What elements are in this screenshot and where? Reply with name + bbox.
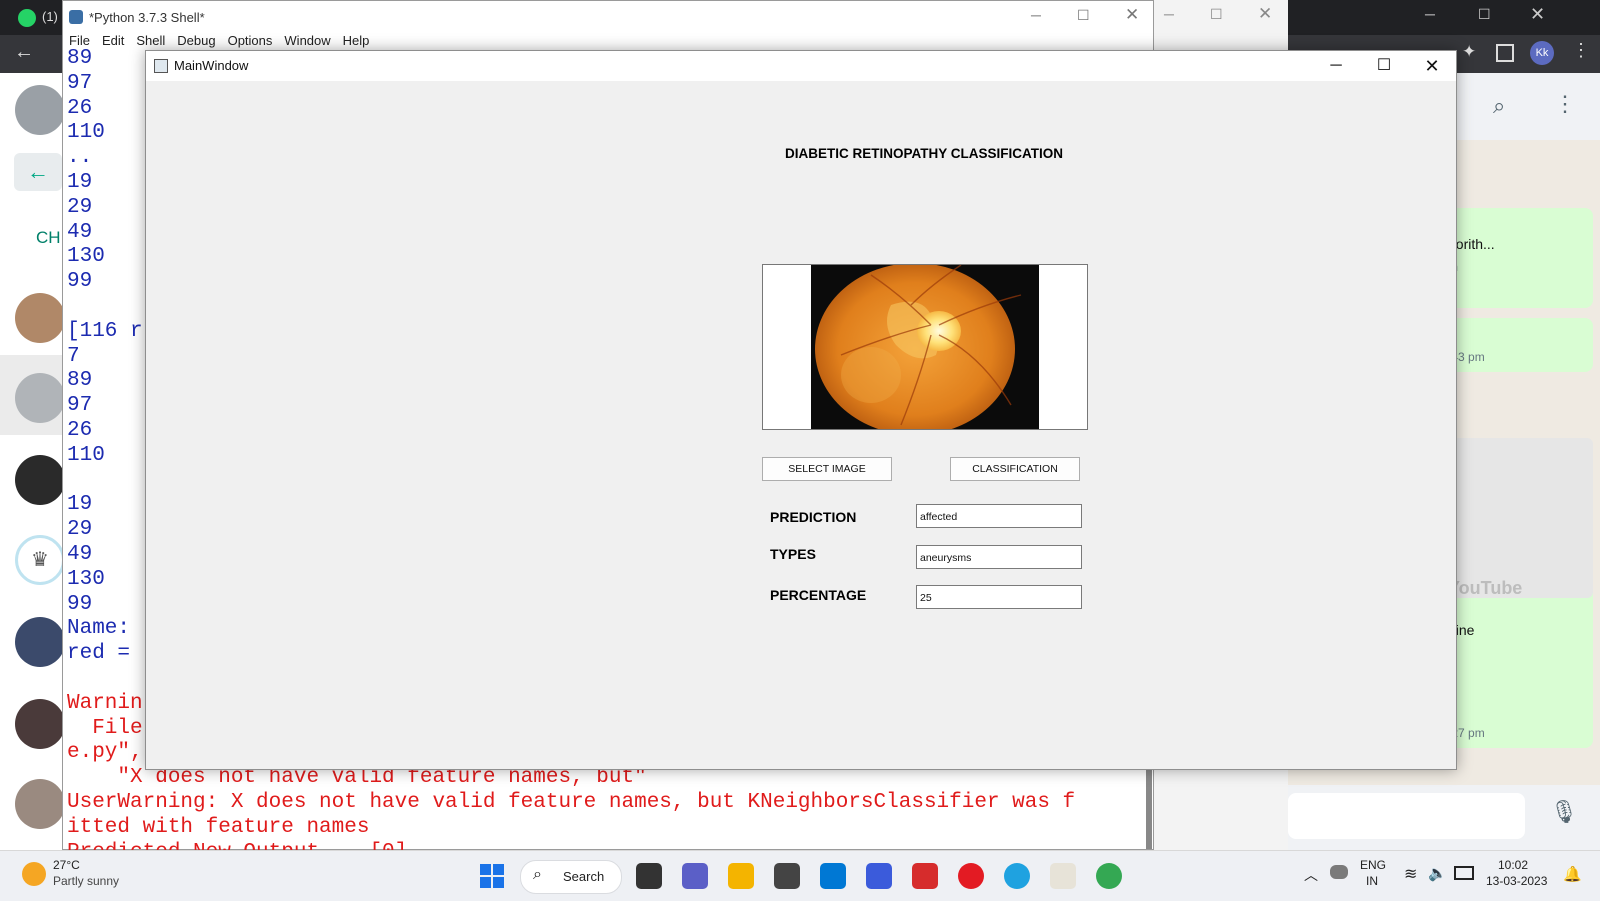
shell-titlebar: *Python 3.7.3 Shell* ─ ☐ ✕ <box>63 1 1153 33</box>
shell-warning-line: UserWarning: X does not have valid featu… <box>67 790 1076 814</box>
taskbar: 27°C Partly sunny ⌕ Search ︿ ENG IN ≋ 🔈 … <box>0 850 1600 901</box>
pen-app-icon[interactable] <box>866 863 892 889</box>
crown-avatar-icon[interactable]: ♛ <box>15 535 65 585</box>
app-cube-icon[interactable] <box>774 863 800 889</box>
search-label: Search <box>563 869 605 884</box>
close-icon[interactable]: ✕ <box>1125 5 1139 25</box>
maximize-icon[interactable]: ☐ <box>1360 51 1408 81</box>
menu-window[interactable]: Window <box>284 33 330 48</box>
window-title: MainWindow <box>174 58 249 73</box>
compose-bar: 🎙 <box>1288 785 1600 850</box>
menu-file[interactable]: File <box>69 33 90 48</box>
close-icon[interactable]: ✕ <box>1258 4 1272 24</box>
minimize-icon[interactable]: ─ <box>1164 6 1174 22</box>
image-display <box>762 264 1088 430</box>
language-top[interactable]: ENG <box>1360 858 1386 872</box>
weather-sun-icon[interactable] <box>22 862 46 886</box>
search-icon[interactable]: ⌕ <box>1493 93 1505 119</box>
retina-image-icon <box>815 265 1022 429</box>
maximize-icon[interactable]: ☐ <box>1478 6 1491 23</box>
avatar[interactable] <box>15 455 65 505</box>
clock-date[interactable]: 13-03-2023 <box>1486 874 1547 888</box>
start-windows-icon[interactable] <box>480 864 504 888</box>
opera-icon[interactable] <box>958 863 984 889</box>
avatar[interactable] <box>15 617 65 667</box>
message-bubble: gorith... m <box>1448 208 1593 308</box>
taskbar-search[interactable]: ⌕ Search <box>520 860 622 894</box>
chats-label: CH <box>36 228 61 247</box>
chat-list: ← CH ♛ <box>0 73 65 850</box>
tab-badge: (1) <box>42 9 58 24</box>
microphone-icon[interactable]: 🎙 <box>1550 799 1578 825</box>
menu-edit[interactable]: Edit <box>102 33 124 48</box>
percentage-field[interactable]: 25 <box>916 585 1082 609</box>
search-icon: ⌕ <box>533 866 542 883</box>
avatar[interactable] <box>15 699 65 749</box>
battery-icon[interactable] <box>1454 866 1474 880</box>
shell-title: *Python 3.7.3 Shell* <box>89 10 205 25</box>
menu-help[interactable]: Help <box>343 33 370 48</box>
python-icon <box>69 10 83 24</box>
close-icon[interactable]: ✕ <box>1530 4 1545 25</box>
minimize-icon[interactable]: ─ <box>1425 6 1435 22</box>
menu-options[interactable]: Options <box>228 33 273 48</box>
avatar[interactable] <box>15 779 65 829</box>
store-icon[interactable] <box>820 863 846 889</box>
minimize-icon[interactable]: ─ <box>1312 51 1360 81</box>
message-bubble: YouTube nine :27 pm <box>1448 438 1593 748</box>
back-arrow-icon[interactable]: ← <box>14 153 62 191</box>
maximize-icon[interactable]: ☐ <box>1077 7 1090 24</box>
window-app-icon <box>154 59 168 73</box>
speaker-icon[interactable]: 🔈 <box>1428 864 1447 882</box>
language-bottom[interactable]: IN <box>1366 874 1378 888</box>
profile-avatar[interactable]: Kk <box>1530 41 1554 65</box>
select-image-button[interactable]: SELECT IMAGE <box>762 457 892 481</box>
percentage-label: PERCENTAGE <box>770 587 867 603</box>
prediction-field[interactable]: affected <box>916 504 1082 528</box>
youtube-logo: YouTube <box>1448 578 1523 598</box>
fundus-image <box>811 265 1039 429</box>
file-explorer-icon[interactable] <box>728 863 754 889</box>
menu-dots-icon[interactable]: ⋮ <box>1554 91 1576 117</box>
menu-dots-icon[interactable]: ⋮ <box>1572 40 1590 61</box>
scrollbar[interactable] <box>1146 761 1152 849</box>
message-bubble: n :43 pm <box>1448 318 1593 372</box>
types-label: TYPES <box>770 546 816 562</box>
whatsapp-icon <box>18 9 36 27</box>
clock-time[interactable]: 10:02 <box>1498 858 1528 872</box>
sidebar-icon[interactable] <box>1496 44 1514 62</box>
wifi-icon[interactable]: ≋ <box>1404 864 1417 884</box>
avatar[interactable] <box>15 293 65 343</box>
avatar[interactable] <box>15 85 65 135</box>
types-field[interactable]: aneurysms <box>916 545 1082 569</box>
mcafee-icon[interactable] <box>912 863 938 889</box>
chevron-up-icon[interactable]: ︿ <box>1304 865 1318 885</box>
main-window-titlebar: MainWindow ─ ☐ ✕ <box>146 51 1456 81</box>
app-heading: DIABETIC RETINOPATHY CLASSIFICATION <box>784 146 1063 161</box>
menu-debug[interactable]: Debug <box>177 33 215 48</box>
extensions-icon[interactable]: ✦ <box>1462 42 1476 62</box>
shell-warning-line: itted with feature names <box>67 815 370 839</box>
notification-bell-icon[interactable]: 🔔 <box>1563 865 1582 883</box>
main-window: MainWindow ─ ☐ ✕ DIABETIC RETINOPATHY CL… <box>145 50 1457 770</box>
video-thumbnail[interactable] <box>1448 438 1593 598</box>
prediction-label: PREDICTION <box>770 509 857 525</box>
edge-icon[interactable] <box>1004 863 1030 889</box>
classification-button[interactable]: CLASSIFICATION <box>950 457 1080 481</box>
chrome-icon[interactable] <box>1096 863 1122 889</box>
minimize-icon[interactable]: ─ <box>1031 7 1041 23</box>
avatar[interactable] <box>15 373 65 423</box>
maximize-icon[interactable]: ☐ <box>1210 6 1223 23</box>
python-idle-icon[interactable] <box>1050 863 1076 889</box>
task-view-icon[interactable] <box>636 863 662 889</box>
onedrive-icon[interactable] <box>1330 865 1348 879</box>
weather-temp: 27°C <box>53 858 80 872</box>
weather-desc: Partly sunny <box>53 874 120 888</box>
back-arrow-icon[interactable]: ← <box>14 41 34 64</box>
message-input[interactable] <box>1288 793 1525 839</box>
close-icon[interactable]: ✕ <box>1408 51 1456 81</box>
menu-shell[interactable]: Shell <box>136 33 165 48</box>
teams-icon[interactable] <box>682 863 708 889</box>
